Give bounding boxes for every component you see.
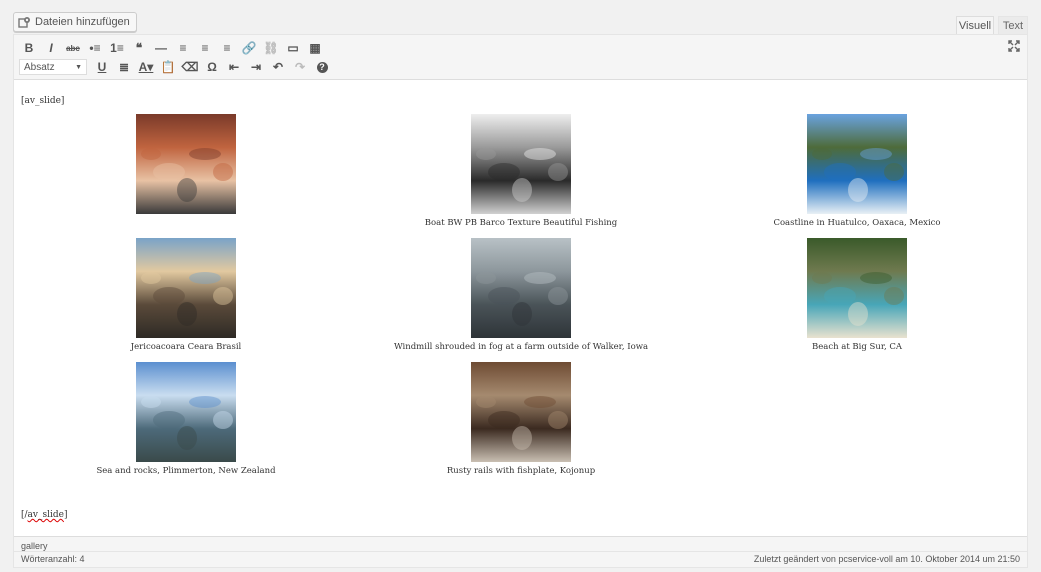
insert-link-icon: 🔗 — [241, 41, 257, 55]
remove-link-icon: ⛓ — [263, 41, 279, 55]
blockquote-button[interactable]: ❝ — [128, 38, 150, 58]
gallery-caption: Coastline in Huatulco, Oaxaca, Mexico — [773, 218, 941, 228]
toolbar-row-2: Absatz ▼ U ≣ A▾ 📋 ⌫ Ω ⇤ ⇥ ↶ ↷? — [14, 57, 333, 77]
undo-icon: ↶ — [272, 60, 284, 74]
align-right-button[interactable]: ≡ — [216, 38, 238, 58]
element-path[interactable]: gallery — [21, 541, 48, 551]
gallery-item[interactable]: Rusty rails with fishplate, Kojonup — [371, 362, 671, 476]
insert-link-button[interactable]: 🔗 — [238, 38, 260, 58]
shortcode-open: [av_slide] — [21, 96, 65, 106]
fullscreen-icon[interactable] — [1007, 39, 1021, 53]
blockquote-icon: ❝ — [135, 41, 143, 55]
add-media-label: Dateien hinzufügen — [35, 16, 130, 28]
underline-icon: U — [97, 60, 107, 74]
status-bar: gallery Wörteranzahl: 4 Zuletzt geändert… — [14, 536, 1027, 567]
outdent-button[interactable]: ⇤ — [223, 57, 245, 77]
gallery-thumbnail[interactable] — [136, 238, 236, 338]
italic-icon: I — [49, 41, 53, 55]
outdent-icon: ⇤ — [228, 60, 240, 74]
bullet-list-button[interactable]: •≡ — [84, 38, 106, 58]
align-center-button[interactable]: ≡ — [194, 38, 216, 58]
tab-text[interactable]: Text — [998, 16, 1028, 34]
gallery-item[interactable]: Boat BW PB Barco Texture Beautiful Fishi… — [371, 114, 671, 228]
gallery-thumbnail[interactable] — [471, 114, 571, 214]
gallery-caption: Jericoacoara Ceara Brasil — [130, 342, 242, 352]
align-left-button[interactable]: ≡ — [172, 38, 194, 58]
align-left-icon: ≡ — [179, 41, 187, 55]
gallery-caption: Windmill shrouded in fog at a farm outsi… — [393, 342, 649, 352]
editor-toolbar: B Iabc •≡ 1≡ ❝ — ≡ ≡ ≡ 🔗 ⛓ ▭ ▦ Absatz ▼ U ≣ A▾ 📋 ⌫ Ω ⇤ ⇥ ↶ ↷? — [14, 35, 1027, 80]
add-media-button[interactable]: Dateien hinzufügen — [13, 12, 137, 32]
align-center-icon: ≡ — [201, 41, 209, 55]
gallery-caption: Rusty rails with fishplate, Kojonup — [446, 466, 596, 476]
read-more-button[interactable]: ▭ — [282, 38, 304, 58]
shortcode-close: [/av_slide] — [21, 510, 68, 520]
editor: B Iabc •≡ 1≡ ❝ — ≡ ≡ ≡ 🔗 ⛓ ▭ ▦ Absatz ▼ U ≣ A▾ 📋 ⌫ Ω ⇤ ⇥ ↶ ↷?… — [13, 34, 1028, 568]
gallery-item[interactable]: Windmill shrouded in fog at a farm outsi… — [371, 238, 671, 352]
horizontal-line-button[interactable]: — — [150, 38, 172, 58]
gallery-item[interactable]: Sea and rocks, Plimmerton, New Zealand — [36, 362, 336, 476]
paste-text-button[interactable]: 📋 — [157, 57, 179, 77]
gallery-item[interactable]: Coastline in Huatulco, Oaxaca, Mexico — [707, 114, 1007, 228]
text-color-icon: A▾ — [138, 60, 154, 74]
gallery-item[interactable]: Beach at Big Sur, CA — [707, 238, 1007, 352]
gallery-caption: Boat BW PB Barco Texture Beautiful Fishi… — [424, 218, 618, 228]
toolbar-toggle-button[interactable]: ▦ — [304, 38, 326, 58]
media-icon — [18, 16, 31, 29]
redo-button[interactable]: ↷ — [289, 57, 311, 77]
word-count: Wörteranzahl: 4 — [21, 554, 85, 564]
chevron-down-icon: ▼ — [75, 63, 82, 71]
special-character-icon: Ω — [207, 60, 217, 74]
gallery-thumbnail[interactable] — [471, 362, 571, 462]
horizontal-line-icon: — — [155, 41, 167, 55]
gallery-thumbnail[interactable] — [136, 114, 236, 214]
editor-content[interactable]: [av_slide] [/av_slide] Boat BW PB Barco … — [14, 80, 1027, 537]
clear-formatting-button[interactable]: ⌫ — [179, 57, 201, 77]
gallery-item[interactable] — [36, 114, 336, 218]
numbered-list-icon: 1≡ — [110, 41, 124, 55]
underline-button[interactable]: U — [91, 57, 113, 77]
help-button[interactable]: ? — [311, 57, 333, 77]
status-divider — [14, 551, 1027, 552]
align-right-icon: ≡ — [223, 41, 231, 55]
justify-icon: ≣ — [118, 60, 130, 74]
redo-icon: ↷ — [294, 60, 306, 74]
numbered-list-button[interactable]: 1≡ — [106, 38, 128, 58]
strikethrough-button[interactable]: abc — [62, 38, 84, 58]
indent-button[interactable]: ⇥ — [245, 57, 267, 77]
last-edited: Zuletzt geändert von pcservice-voll am 1… — [753, 554, 1020, 564]
gallery-item[interactable]: Jericoacoara Ceara Brasil — [36, 238, 336, 352]
text-color-button[interactable]: A▾ — [135, 57, 157, 77]
toolbar-toggle-icon: ▦ — [309, 41, 321, 55]
bold-icon: B — [24, 41, 34, 55]
paste-text-icon: 📋 — [160, 60, 176, 74]
gallery-thumbnail[interactable] — [807, 238, 907, 338]
gallery-caption: Sea and rocks, Plimmerton, New Zealand — [96, 466, 276, 476]
tab-visual[interactable]: Visuell — [956, 16, 994, 34]
special-character-button[interactable]: Ω — [201, 57, 223, 77]
format-select-value: Absatz — [24, 61, 55, 73]
justify-button[interactable]: ≣ — [113, 57, 135, 77]
remove-link-button[interactable]: ⛓ — [260, 38, 282, 58]
bullet-list-icon: •≡ — [89, 41, 101, 55]
bold-button[interactable]: B — [18, 38, 40, 58]
undo-button[interactable]: ↶ — [267, 57, 289, 77]
toolbar-row-1: B Iabc •≡ 1≡ ❝ — ≡ ≡ ≡ 🔗 ⛓ ▭ ▦ — [18, 38, 326, 58]
gallery-caption: Beach at Big Sur, CA — [811, 342, 903, 352]
clear-formatting-icon: ⌫ — [181, 60, 199, 74]
gallery-thumbnail[interactable] — [471, 238, 571, 338]
gallery-thumbnail[interactable] — [807, 114, 907, 214]
read-more-icon: ▭ — [287, 41, 299, 55]
strikethrough-icon: abc — [66, 43, 80, 53]
help-icon: ? — [316, 61, 328, 73]
gallery-thumbnail[interactable] — [136, 362, 236, 462]
format-select[interactable]: Absatz ▼ — [19, 59, 87, 75]
italic-button[interactable]: I — [40, 38, 62, 58]
indent-icon: ⇥ — [250, 60, 262, 74]
